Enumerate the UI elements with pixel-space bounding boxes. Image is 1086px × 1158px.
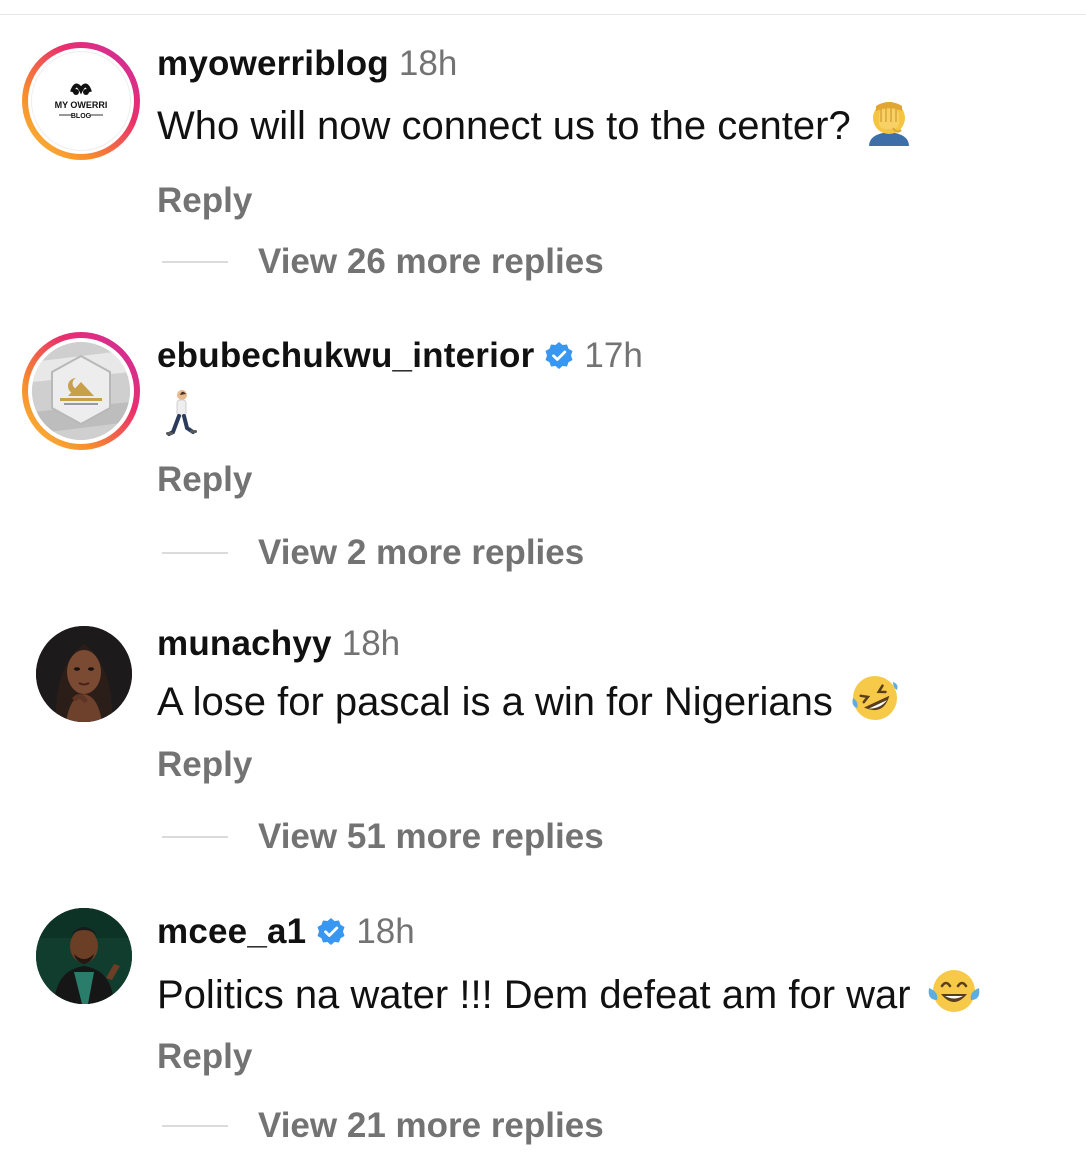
- svg-text:MY OWERRI: MY OWERRI: [55, 100, 108, 110]
- comment-meta: mcee_a1 18h: [157, 910, 1066, 954]
- facepalm-emoji-icon: [863, 96, 915, 161]
- view-replies-button[interactable]: View 21 more replies: [162, 1104, 604, 1148]
- top-divider: [0, 14, 1086, 15]
- timestamp: 18h: [341, 624, 401, 663]
- reply-button[interactable]: Reply: [157, 743, 252, 787]
- myowerri-logo-icon: MY OWERRI BLOG: [55, 83, 108, 120]
- face-with-tears-of-joy-emoji-icon: [927, 966, 981, 1029]
- username[interactable]: myowerriblog: [157, 42, 389, 86]
- view-replies-label: View 2 more replies: [258, 533, 585, 572]
- timestamp: 18h: [356, 912, 415, 951]
- interior-logo-icon: [32, 342, 130, 440]
- username[interactable]: ebubechukwu_interior: [157, 334, 534, 378]
- username[interactable]: munachyy: [157, 622, 332, 666]
- timestamp: 18h: [398, 44, 458, 83]
- replies-divider: [162, 836, 228, 838]
- view-replies-label: View 51 more replies: [258, 817, 604, 856]
- reply-button[interactable]: Reply: [157, 458, 252, 502]
- comment-text-content: A lose for pascal is a win for Nigerians: [157, 680, 833, 725]
- svg-text:BLOG: BLOG: [71, 113, 92, 120]
- avatar[interactable]: [36, 908, 132, 1004]
- view-replies-button[interactable]: View 2 more replies: [162, 531, 584, 575]
- comment-meta: myowerriblog 18h: [157, 42, 1066, 86]
- verified-badge-icon: [544, 341, 574, 371]
- timestamp: 17h: [584, 336, 643, 375]
- comment-text: [157, 388, 1066, 440]
- avatar[interactable]: MY OWERRI BLOG: [22, 42, 140, 160]
- avatar[interactable]: [36, 626, 132, 722]
- story-ring: MY OWERRI BLOG: [22, 42, 140, 160]
- username[interactable]: mcee_a1: [157, 910, 306, 954]
- replies-divider: [162, 552, 228, 554]
- story-ring: [22, 332, 140, 450]
- avatar[interactable]: [22, 332, 140, 450]
- view-replies-button[interactable]: View 26 more replies: [162, 240, 604, 284]
- verified-badge-icon: [316, 917, 346, 947]
- person-walking-emoji-icon: [163, 388, 199, 451]
- replies-divider: [162, 1125, 228, 1127]
- comment-text: A lose for pascal is a win for Nigerians: [157, 672, 1066, 737]
- rolling-on-floor-laughing-emoji-icon: [849, 672, 901, 737]
- comment-text-content: Who will now connect us to the center?: [157, 104, 851, 149]
- comment-meta: ebubechukwu_interior 17h: [157, 334, 1066, 378]
- reply-button[interactable]: Reply: [157, 1035, 252, 1079]
- comment-text: Politics na water !!! Dem defeat am for …: [157, 966, 1066, 1029]
- view-replies-button[interactable]: View 51 more replies: [162, 815, 604, 859]
- munachyy-photo: [36, 626, 132, 722]
- comment-text-content: Politics na water !!! Dem defeat am for …: [157, 973, 911, 1018]
- reply-button[interactable]: Reply: [157, 179, 252, 223]
- comment-text: Who will now connect us to the center?: [157, 96, 1066, 161]
- mcee-photo: [36, 908, 132, 1004]
- view-replies-label: View 21 more replies: [258, 1106, 604, 1145]
- comment-meta: munachyy 18h: [157, 622, 1066, 666]
- replies-divider: [162, 261, 228, 263]
- view-replies-label: View 26 more replies: [258, 242, 604, 281]
